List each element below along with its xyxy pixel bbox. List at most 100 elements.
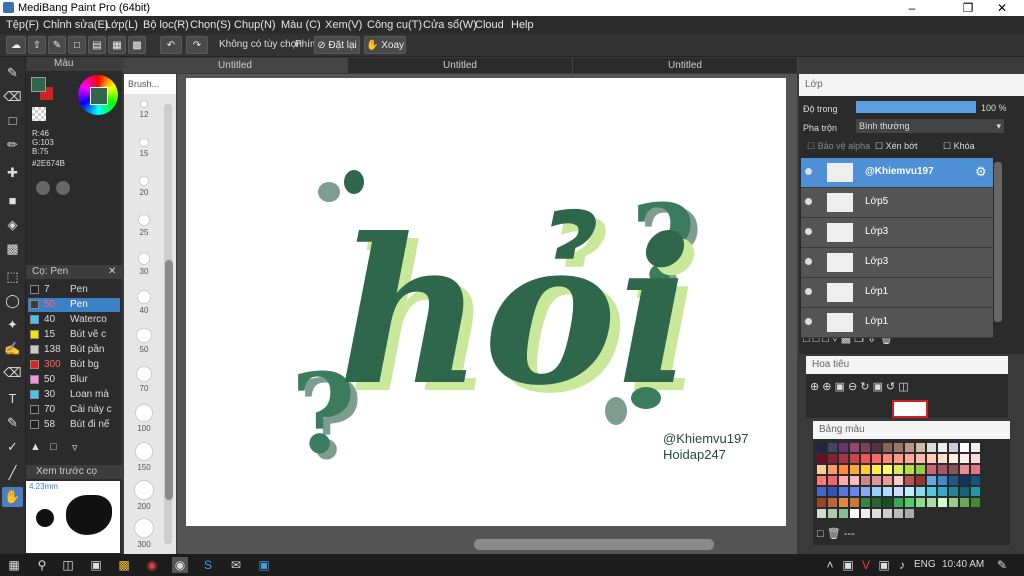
brush-size-dot[interactable]: [134, 442, 154, 461]
palette-swatch[interactable]: [817, 487, 826, 496]
zoom-out-icon[interactable]: ⊖: [848, 381, 860, 393]
layer-row[interactable]: Lớp3: [801, 218, 993, 248]
palette-swatch[interactable]: [960, 443, 969, 452]
palette-swatch[interactable]: [872, 465, 881, 474]
palette-swatch[interactable]: [894, 498, 903, 507]
palette-swatch[interactable]: [960, 454, 969, 463]
palette-swatch[interactable]: [905, 454, 914, 463]
palette-swatch[interactable]: [949, 498, 958, 507]
undo-icon[interactable]: ↶: [160, 36, 182, 54]
palette-swatch[interactable]: [850, 487, 859, 496]
eye-icon[interactable]: [805, 168, 812, 175]
reset-view-icon[interactable]: ▣: [873, 381, 886, 393]
palette-swatch[interactable]: [872, 498, 881, 507]
palette-swatch[interactable]: [894, 443, 903, 452]
select-eraser-icon[interactable]: ⌫: [2, 363, 23, 383]
brush-size-dot[interactable]: [139, 138, 149, 148]
brush-add-icon[interactable]: ▲: [30, 441, 44, 455]
palette-swatch[interactable]: [960, 498, 969, 507]
palette-swatch[interactable]: [883, 509, 892, 518]
palette-swatch[interactable]: [905, 498, 914, 507]
brush-size-dot[interactable]: [134, 480, 154, 500]
eye-icon[interactable]: [805, 318, 812, 325]
menu-snap[interactable]: Chụp(N): [234, 19, 276, 31]
brush-item[interactable]: 30 Loan mà: [28, 388, 120, 402]
move-tool-icon[interactable]: ✚: [2, 163, 23, 183]
palette-swatch[interactable]: [894, 465, 903, 474]
palette-swatch[interactable]: [905, 509, 914, 518]
palette-swatch[interactable]: [861, 476, 870, 485]
brush-item[interactable]: 15 Bút vẽ c: [28, 328, 120, 342]
chrome-icon[interactable]: ◉: [144, 557, 160, 573]
tiles-icon[interactable]: ▩: [128, 36, 146, 54]
palette-swatch[interactable]: [927, 454, 936, 463]
brush-item[interactable]: 58 Bút đi nế: [28, 418, 120, 432]
palette-swatch[interactable]: [927, 443, 936, 452]
palette-swatch[interactable]: [883, 487, 892, 496]
clipping-checkbox[interactable]: ☐ Xén bớt: [875, 141, 918, 152]
layer-row[interactable]: Lớp3: [801, 248, 993, 278]
palette-swatch[interactable]: [850, 465, 859, 474]
palette-swatch[interactable]: [850, 476, 859, 485]
brush-item[interactable]: 50 Blur: [28, 373, 120, 387]
hand-tool-icon[interactable]: ✋: [2, 487, 23, 507]
palette-swatch[interactable]: [828, 509, 837, 518]
gear-icon[interactable]: ⚙: [975, 164, 987, 180]
app-taskbar-icon[interactable]: ▣: [256, 557, 272, 573]
menu-view[interactable]: Xem(V): [325, 19, 362, 31]
medibang-taskbar-icon[interactable]: ◉: [172, 557, 188, 573]
drawing-canvas[interactable]: ? ? ? ? hỏi hỏi @Khiemvu197 Hoidap247: [186, 78, 786, 526]
palette-swatch[interactable]: [872, 443, 881, 452]
brush-item[interactable]: 40 Waterco: [28, 313, 120, 327]
zoom-in-icon[interactable]: ⊕: [810, 381, 822, 393]
skype-icon[interactable]: S: [200, 557, 216, 573]
task-view-icon[interactable]: ◫: [60, 557, 76, 573]
color-wheel[interactable]: [78, 75, 118, 115]
palette-swatch[interactable]: [839, 509, 848, 518]
palette-swatch[interactable]: [927, 465, 936, 474]
palette-swatch[interactable]: [883, 454, 892, 463]
protect-alpha-checkbox[interactable]: ☐ Bảo vệ alpha: [807, 141, 870, 152]
palette-swatch[interactable]: [828, 487, 837, 496]
clock[interactable]: 10:40 AM: [942, 559, 984, 570]
palette-swatch[interactable]: [927, 498, 936, 507]
tab-untitled-3[interactable]: Untitled: [573, 58, 798, 73]
bucket-tool-icon[interactable]: ◈: [2, 215, 23, 235]
menu-cloud[interactable]: Cloud: [475, 19, 504, 31]
palette-swatch[interactable]: [817, 465, 826, 474]
shape-tool-icon[interactable]: □: [2, 111, 23, 131]
eraser-tool-icon[interactable]: ⌫: [2, 87, 23, 107]
palette-icon[interactable]: [36, 181, 50, 195]
rotate-right-icon[interactable]: ↺: [886, 381, 898, 393]
palette-swatch[interactable]: [938, 498, 947, 507]
palette-swatch[interactable]: [883, 465, 892, 474]
palette-swatch[interactable]: [850, 509, 859, 518]
palette-swatch[interactable]: [916, 454, 925, 463]
brush-size-dot[interactable]: [134, 518, 154, 538]
palette-swatch[interactable]: [916, 443, 925, 452]
palette-swatch[interactable]: [883, 476, 892, 485]
grid-icon[interactable]: ▦: [108, 36, 126, 54]
palette-delete-icon[interactable]: 🗑: [827, 528, 844, 540]
lasso-icon[interactable]: ◯: [2, 291, 23, 311]
eyedropper-icon[interactable]: ✓: [2, 437, 23, 457]
palette-swatch[interactable]: [828, 476, 837, 485]
palette-swatch[interactable]: [916, 476, 925, 485]
menu-help[interactable]: Help: [511, 19, 534, 31]
eye-icon[interactable]: [805, 288, 812, 295]
menu-filter[interactable]: Bộ lọc(R): [143, 19, 189, 31]
reset-button[interactable]: ⊘ Đặt lại: [314, 36, 360, 54]
palette-swatch[interactable]: [949, 465, 958, 474]
cloud-icon[interactable]: ☁: [6, 36, 26, 54]
tray-up-icon[interactable]: ˄: [822, 557, 838, 573]
transparent-swatch[interactable]: [32, 107, 46, 121]
upload-icon[interactable]: ⇧: [28, 36, 46, 54]
language-indicator[interactable]: ENG: [914, 559, 936, 570]
brush-menu-icon[interactable]: ▿: [72, 441, 90, 455]
palette-swatch[interactable]: [850, 443, 859, 452]
palette-swatch[interactable]: [916, 487, 925, 496]
palette-swatch[interactable]: [916, 465, 925, 474]
palette-swatch[interactable]: [861, 487, 870, 496]
search-icon[interactable]: ⚲: [34, 557, 50, 573]
redo-icon[interactable]: ↷: [186, 36, 208, 54]
